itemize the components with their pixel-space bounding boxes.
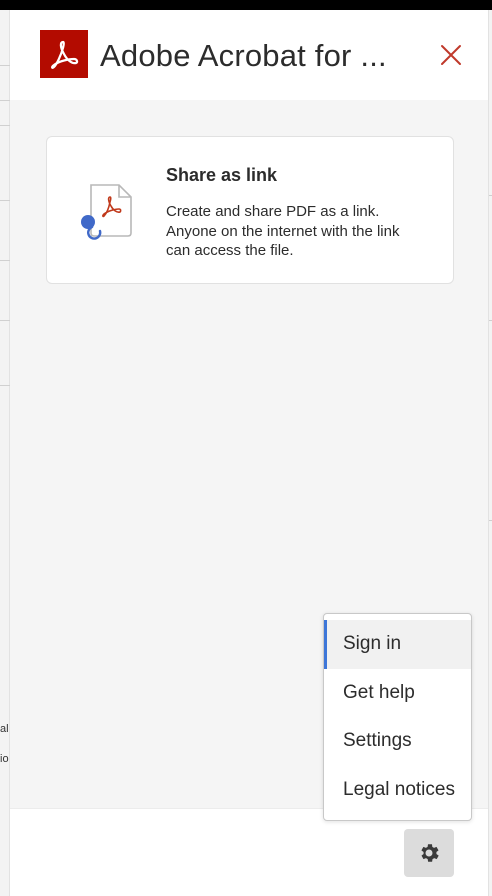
close-button[interactable] (436, 40, 466, 70)
panel-title: Adobe Acrobat for ... (100, 38, 387, 73)
bg-text-fragment: io (0, 753, 9, 765)
acrobat-side-panel: Adobe Acrobat for ... Share as link Crea… (10, 10, 488, 896)
panel-header: Adobe Acrobat for ... (10, 10, 488, 100)
share-as-link-card[interactable]: Share as link Create and share PDF as a … (46, 136, 454, 284)
background-window-left: al io (0, 10, 10, 896)
acrobat-logo-icon (40, 30, 88, 78)
settings-gear-button[interactable] (404, 829, 454, 877)
bg-line (0, 100, 10, 101)
menu-item-get-help[interactable]: Get help (324, 669, 471, 718)
menu-item-settings[interactable]: Settings (324, 717, 471, 766)
card-description: Create and share PDF as a link. Anyone o… (166, 203, 400, 259)
gear-icon (421, 844, 439, 862)
bg-text-fragment: al (0, 723, 9, 735)
share-pdf-link-icon (77, 181, 137, 241)
account-menu: Sign in Get help Settings Legal notices (323, 613, 472, 821)
top-black-bar (0, 0, 492, 10)
bg-line (0, 65, 10, 66)
card-title: Share as link (166, 165, 278, 185)
bg-line (0, 200, 10, 201)
menu-item-legal-notices[interactable]: Legal notices (324, 766, 471, 815)
bg-line (0, 260, 10, 261)
bg-line (0, 320, 10, 321)
background-window-right (488, 10, 492, 896)
bg-line (0, 125, 10, 126)
close-icon (441, 45, 461, 65)
bg-line (0, 385, 10, 386)
panel-footer (10, 808, 488, 896)
menu-item-sign-in[interactable]: Sign in (324, 620, 471, 669)
